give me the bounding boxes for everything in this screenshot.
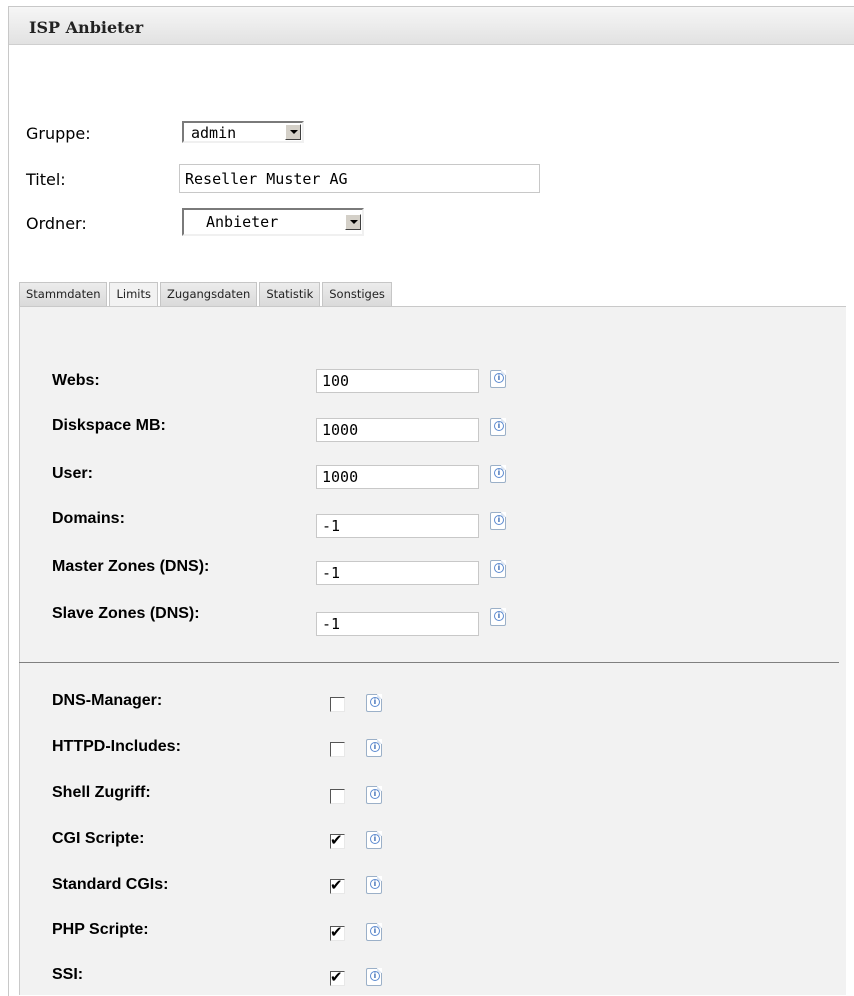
folder-select-value: Anbieter bbox=[206, 213, 279, 231]
info-icon[interactable] bbox=[490, 418, 506, 436]
checkmark-icon: ✔ bbox=[330, 923, 343, 941]
tab-stammdaten[interactable]: Stammdaten bbox=[19, 282, 108, 306]
option-label-shell-access: Shell Zugriff: bbox=[52, 784, 151, 801]
limit-input-user[interactable] bbox=[316, 465, 479, 489]
info-icon[interactable] bbox=[490, 370, 506, 388]
dns-manager-checkbox[interactable] bbox=[330, 697, 345, 712]
info-icon[interactable] bbox=[366, 739, 382, 757]
option-label-cgi-scripts: CGI Scripte: bbox=[52, 830, 145, 847]
limit-input-slave-zones[interactable] bbox=[316, 612, 479, 636]
info-icon[interactable] bbox=[366, 923, 382, 941]
option-label-httpd-includes: HTTPD-Includes: bbox=[52, 738, 181, 755]
chevron-down-icon[interactable] bbox=[345, 214, 361, 230]
title-label: Titel: bbox=[26, 170, 66, 189]
info-icon[interactable] bbox=[366, 876, 382, 894]
ssi-checkbox[interactable]: ✔ bbox=[330, 968, 345, 986]
checkmark-icon: ✔ bbox=[330, 831, 343, 849]
group-select[interactable]: admin bbox=[182, 121, 304, 143]
info-icon[interactable] bbox=[490, 608, 506, 626]
info-icon[interactable] bbox=[366, 786, 382, 804]
tab-zugangsdaten[interactable]: Zugangsdaten bbox=[159, 282, 258, 306]
info-icon[interactable] bbox=[490, 465, 506, 483]
cgi-scripts-checkbox[interactable]: ✔ bbox=[330, 831, 345, 849]
checkmark-icon: ✔ bbox=[330, 968, 343, 986]
window-title: ISP Anbieter bbox=[29, 18, 144, 37]
window-titlebar: ISP Anbieter bbox=[9, 7, 854, 45]
folder-select[interactable]: Anbieter bbox=[182, 208, 364, 236]
tab-sonstiges[interactable]: Sonstiges bbox=[322, 282, 392, 306]
shell-access-checkbox[interactable] bbox=[330, 789, 345, 804]
limit-input-domains[interactable] bbox=[316, 514, 479, 538]
info-icon[interactable] bbox=[490, 512, 506, 530]
folder-label: Ordner: bbox=[26, 214, 87, 233]
info-icon[interactable] bbox=[366, 831, 382, 849]
option-label-php-scripts: PHP Scripte: bbox=[52, 921, 149, 938]
standard-cgis-checkbox[interactable]: ✔ bbox=[330, 876, 345, 894]
limit-input-diskspace[interactable] bbox=[316, 418, 479, 442]
option-label-dns-manager: DNS-Manager: bbox=[52, 692, 163, 709]
limit-label-slave-zones: Slave Zones (DNS): bbox=[52, 605, 200, 622]
limit-label-diskspace: Diskspace MB: bbox=[52, 417, 166, 434]
title-input[interactable] bbox=[179, 164, 540, 193]
tab-bar: Stammdaten Limits Zugangsdaten Statistik… bbox=[19, 282, 394, 306]
limit-input-webs[interactable] bbox=[316, 369, 479, 393]
group-select-value: admin bbox=[191, 124, 237, 142]
option-label-ssi: SSI: bbox=[52, 966, 84, 983]
php-scripts-checkbox[interactable]: ✔ bbox=[330, 923, 345, 941]
tab-statistik[interactable]: Statistik bbox=[259, 282, 321, 306]
info-icon[interactable] bbox=[366, 968, 382, 986]
chevron-down-icon[interactable] bbox=[285, 124, 301, 140]
group-label: Gruppe: bbox=[26, 124, 91, 143]
limit-label-user: User: bbox=[52, 465, 93, 482]
limit-label-domains: Domains: bbox=[52, 510, 125, 527]
option-label-standard-cgis: Standard CGIs: bbox=[52, 876, 169, 893]
httpd-includes-checkbox[interactable] bbox=[330, 742, 345, 757]
section-divider bbox=[19, 662, 839, 663]
checkmark-icon: ✔ bbox=[330, 876, 343, 894]
info-icon[interactable] bbox=[490, 560, 506, 578]
limit-label-master-zones: Master Zones (DNS): bbox=[52, 558, 210, 575]
info-icon[interactable] bbox=[366, 694, 382, 712]
limit-input-master-zones[interactable] bbox=[316, 561, 479, 585]
tab-limits[interactable]: Limits bbox=[109, 282, 158, 306]
limit-label-webs: Webs: bbox=[52, 372, 100, 389]
